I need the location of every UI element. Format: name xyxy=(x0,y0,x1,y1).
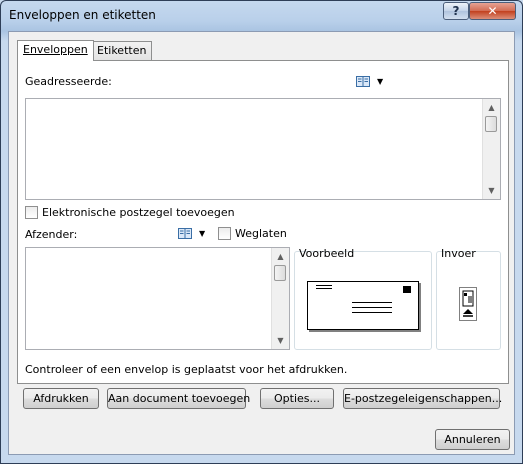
sender-scroll-thumb[interactable] xyxy=(274,265,286,281)
sender-scrollbar[interactable]: ▲ ▼ xyxy=(271,248,289,349)
preview-group: Voorbeeld xyxy=(294,247,432,350)
cancel-button[interactable]: Annuleren xyxy=(435,429,510,450)
tab-envelopes[interactable]: Enveloppen xyxy=(17,40,94,61)
address-line-3 xyxy=(352,312,392,313)
omit-label: Weglaten xyxy=(235,227,287,240)
window-title: Enveloppen en etiketten xyxy=(9,8,156,22)
title-bar[interactable]: Enveloppen en etiketten ? ✕ xyxy=(1,1,522,31)
scroll-up-icon[interactable]: ▲ xyxy=(483,99,500,116)
scroll-down-icon[interactable]: ▼ xyxy=(483,182,500,199)
dialog-client: Enveloppen Etiketten Geadresseerde: ▼ ▲ … xyxy=(8,31,515,455)
chevron-down-icon[interactable]: ▼ xyxy=(377,77,383,86)
sender-label: Afzender: xyxy=(25,228,78,241)
scroll-thumb[interactable] xyxy=(485,116,497,132)
help-button[interactable]: ? xyxy=(443,2,469,20)
recipient-address-input[interactable]: ▲ ▼ xyxy=(25,98,501,200)
dialog-window: Enveloppen en etiketten ? ✕ Enveloppen E… xyxy=(0,0,523,464)
add-to-document-button[interactable]: Aan document toevoegen xyxy=(107,388,250,409)
tab-envelopes-label: Enveloppen xyxy=(23,43,88,56)
return-line-1 xyxy=(316,285,332,286)
envelope-feed-icon[interactable] xyxy=(459,287,477,321)
recipient-label: Geadresseerde: xyxy=(25,75,112,88)
envelopes-panel: Geadresseerde: ▼ ▲ ▼ Elektronische postz… xyxy=(17,60,509,384)
return-line-2 xyxy=(316,288,332,289)
status-text: Controleer of een envelop is geplaatst v… xyxy=(25,363,348,376)
feed-label: Invoer xyxy=(441,247,476,260)
envelope-preview[interactable] xyxy=(307,281,419,330)
sender-scroll-down-icon[interactable]: ▼ xyxy=(272,332,289,349)
feed-group: Invoer xyxy=(436,247,501,350)
address-line-2 xyxy=(352,307,392,308)
sender-address-book-icon[interactable] xyxy=(178,228,192,239)
sender-chevron-down-icon[interactable]: ▼ xyxy=(199,229,205,238)
e-postage-properties-button[interactable]: E-postzegeleigenschappen... xyxy=(343,388,502,409)
sender-scroll-up-icon[interactable]: ▲ xyxy=(272,248,289,265)
tab-labels-label: Etiketten xyxy=(97,44,147,57)
address-line-1 xyxy=(352,302,392,303)
omit-checkbox[interactable] xyxy=(218,227,231,240)
close-button[interactable]: ✕ xyxy=(469,2,516,20)
e-postage-checkbox[interactable] xyxy=(25,206,38,219)
options-button[interactable]: Opties... xyxy=(260,388,334,409)
print-button[interactable]: Afdrukken xyxy=(23,388,99,409)
preview-label: Voorbeeld xyxy=(299,247,355,260)
sender-address-input[interactable]: ▲ ▼ xyxy=(25,247,290,350)
e-postage-label: Elektronische postzegel toevoegen xyxy=(42,206,235,219)
tab-labels[interactable]: Etiketten xyxy=(91,41,153,60)
stamp-icon xyxy=(403,286,411,293)
address-book-icon[interactable] xyxy=(356,76,370,87)
recipient-scrollbar[interactable]: ▲ ▼ xyxy=(482,99,500,199)
